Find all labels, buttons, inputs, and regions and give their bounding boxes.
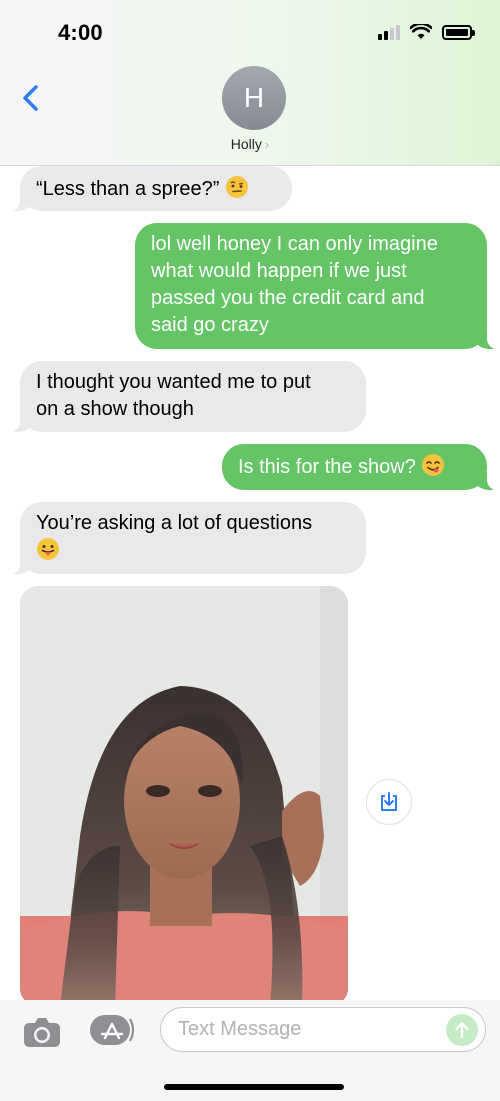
- wifi-icon: [410, 24, 432, 39]
- face-savoring-food-icon: [422, 454, 445, 476]
- face-with-tongue-icon: [37, 538, 59, 560]
- message-line: said go crazy: [151, 314, 269, 336]
- message-line: passed you the credit card and: [151, 287, 425, 309]
- incoming-message[interactable]: I thought you wanted me to put on a show…: [10, 361, 366, 432]
- home-indicator[interactable]: [164, 1084, 344, 1090]
- outgoing-message[interactable]: lol well honey I can only imagine what w…: [135, 223, 497, 349]
- avatar-initial: H: [243, 82, 265, 113]
- cellular-signal-icon: [378, 24, 400, 40]
- status-time: 4:00: [58, 20, 103, 45]
- face-with-raised-eyebrow-icon: [226, 176, 248, 198]
- message-line: on a show though: [36, 398, 194, 420]
- chevron-right-icon: ›: [264, 137, 270, 152]
- contact-avatar[interactable]: H: [222, 66, 286, 130]
- portrait-photo: [20, 586, 348, 1000]
- save-download-icon[interactable]: [366, 779, 412, 825]
- send-arrow-icon[interactable]: [446, 1014, 478, 1046]
- message-input[interactable]: [160, 1007, 486, 1052]
- message-line: I thought you wanted me to put: [36, 371, 311, 393]
- contact-name-button[interactable]: Holly ›: [0, 136, 500, 152]
- message-text: You’re asking a lot of questions: [36, 512, 313, 534]
- battery-icon: [442, 24, 475, 40]
- message-text: Is this for the show?: [238, 456, 416, 478]
- outgoing-message[interactable]: Is this for the show?: [222, 444, 497, 490]
- message-text: “Less than a spree?”: [36, 178, 220, 200]
- app-store-icon[interactable]: [88, 1013, 136, 1047]
- compose-bar: [0, 1000, 500, 1101]
- contact-name: Holly: [230, 136, 262, 152]
- incoming-message[interactable]: “Less than a spree?”: [10, 166, 292, 211]
- message-line: lol well honey I can only imagine: [151, 233, 438, 255]
- status-bar: 4:00: [0, 0, 500, 62]
- back-chevron-icon[interactable]: [20, 84, 42, 112]
- message-line: what would happen if we just: [151, 260, 407, 282]
- message-thread[interactable]: “Less than a spree?” lol well honey I ca…: [0, 166, 500, 1000]
- camera-icon[interactable]: [22, 1014, 62, 1048]
- incoming-message[interactable]: You’re asking a lot of questions: [10, 502, 366, 574]
- photo-attachment[interactable]: [20, 586, 348, 1000]
